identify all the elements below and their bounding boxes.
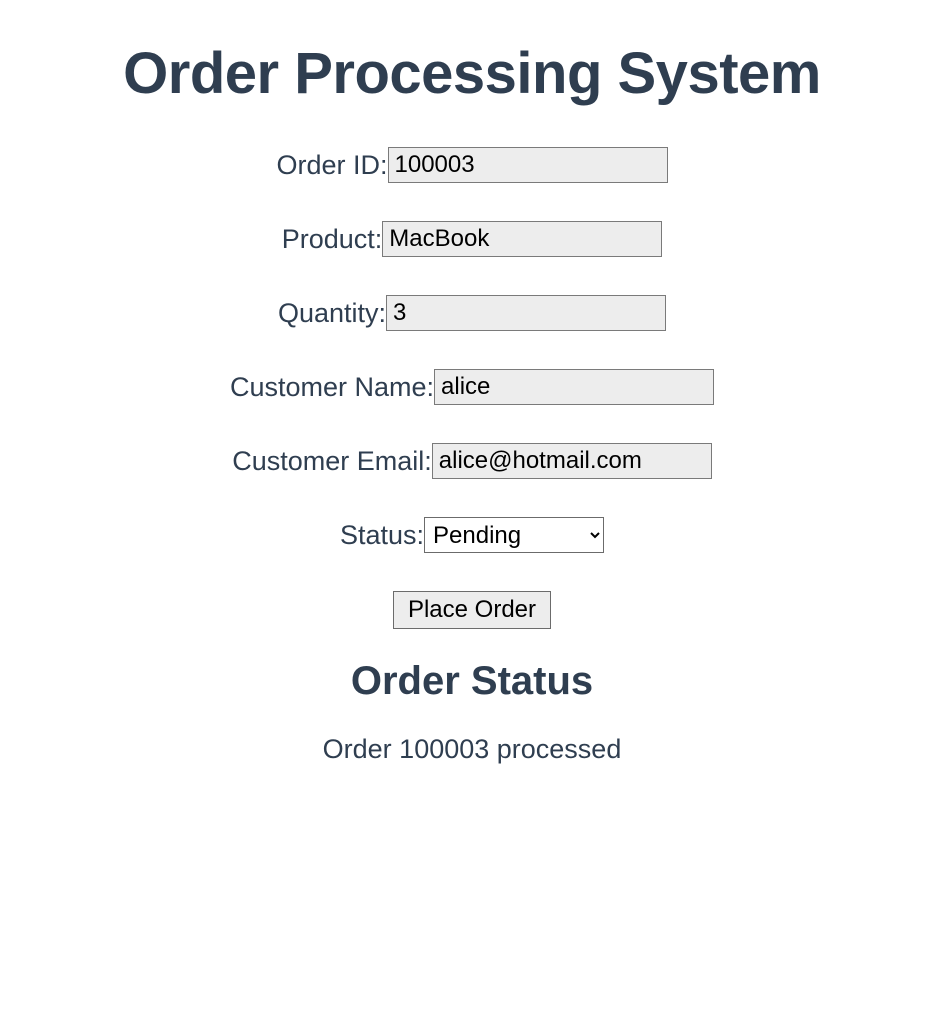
customer-name-input[interactable] (434, 369, 714, 405)
order-id-label: Order ID: (276, 150, 387, 181)
status-label: Status: (340, 520, 424, 551)
product-row: Product: (282, 221, 663, 257)
customer-name-row: Customer Name: (230, 369, 714, 405)
quantity-row: Quantity: (278, 295, 666, 331)
customer-email-row: Customer Email: (232, 443, 712, 479)
place-order-button[interactable]: Place Order (393, 591, 551, 629)
status-message: Order 100003 processed (0, 734, 944, 765)
order-id-row: Order ID: (276, 147, 667, 183)
status-select[interactable]: Pending (424, 517, 604, 553)
customer-email-label: Customer Email: (232, 446, 432, 477)
quantity-input[interactable] (386, 295, 666, 331)
product-input[interactable] (382, 221, 662, 257)
quantity-label: Quantity: (278, 298, 386, 329)
status-heading: Order Status (0, 659, 944, 704)
page-title: Order Processing System (0, 40, 944, 107)
customer-name-label: Customer Name: (230, 372, 434, 403)
product-label: Product: (282, 224, 383, 255)
customer-email-input[interactable] (432, 443, 712, 479)
status-row: Status: Pending (340, 517, 604, 553)
submit-row: Place Order (393, 591, 551, 629)
order-id-input[interactable] (388, 147, 668, 183)
order-form: Order ID: Product: Quantity: Customer Na… (0, 147, 944, 629)
